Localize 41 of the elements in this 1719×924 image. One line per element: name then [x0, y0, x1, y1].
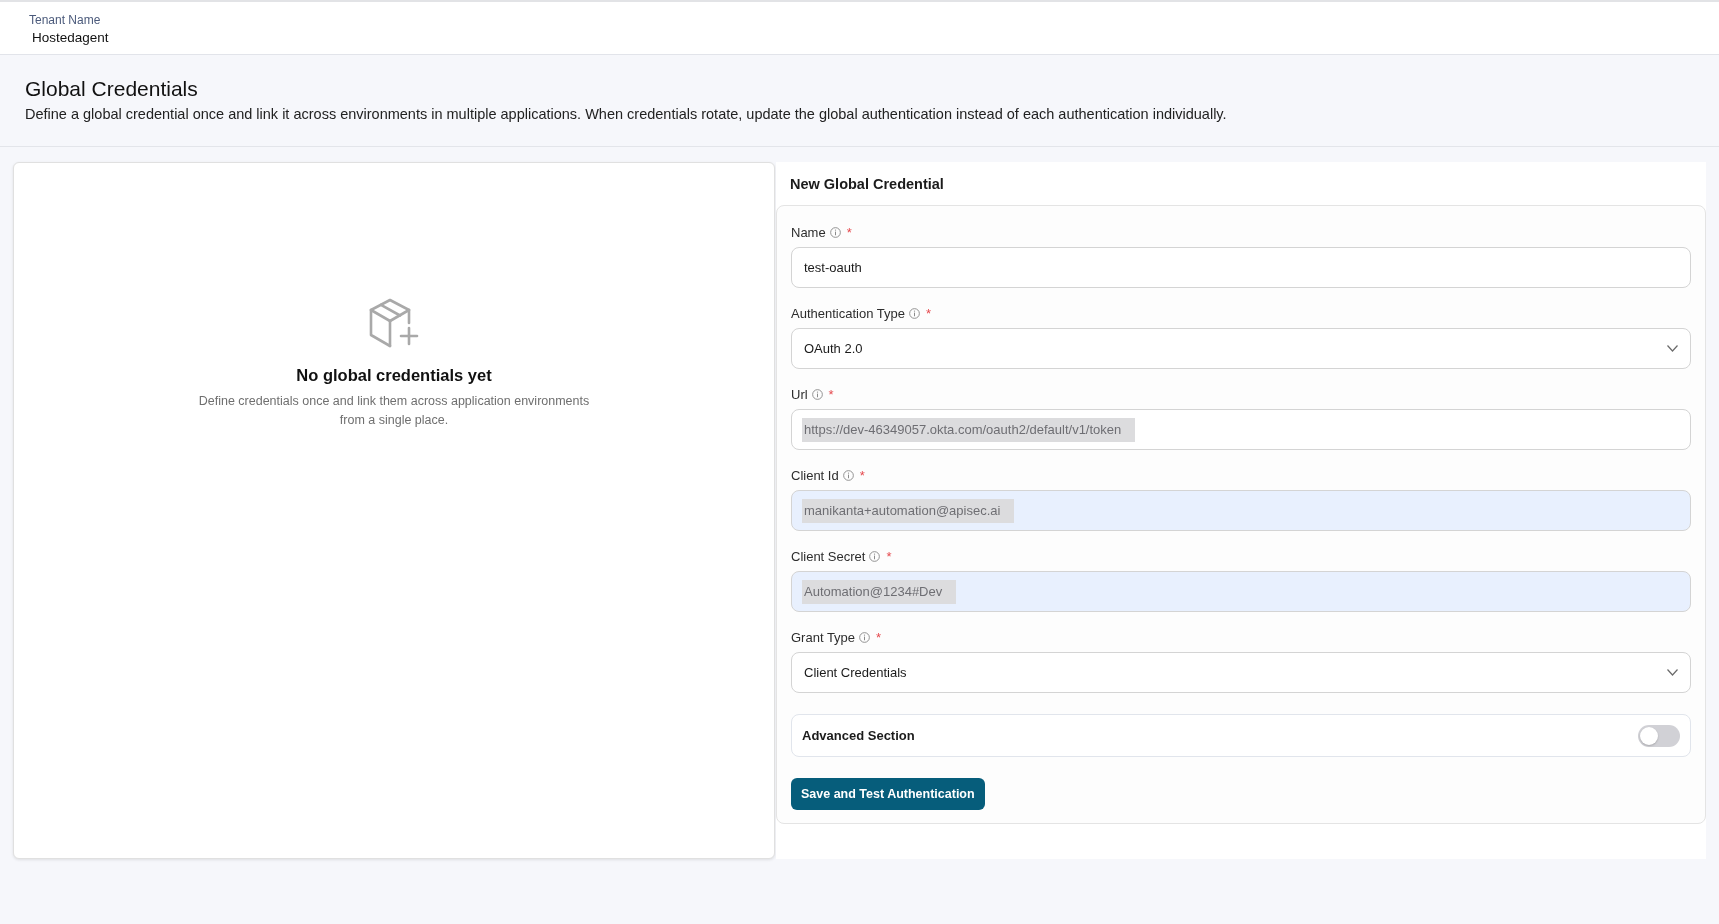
field-label: Client Secret: [791, 548, 866, 564]
tenant-label: Tenant Name: [29, 12, 101, 28]
advanced-section-label: Advanced Section: [802, 728, 915, 743]
tenant-name: Hostedagent: [32, 29, 109, 47]
input-field[interactable]: Automation@1234#Dev: [791, 571, 1691, 612]
form-title: New Global Credential: [789, 174, 945, 194]
redacted-value: https://dev-46349057.okta.com/oauth2/default/v1/token: [802, 417, 1136, 442]
save-test-button[interactable]: Save and Test Authentication: [791, 778, 985, 810]
field-label: Name: [791, 224, 826, 240]
empty-state-description: Define credentials once and link them across application environments from a single place.: [197, 393, 591, 429]
input-field[interactable]: test-oauth: [791, 247, 1691, 288]
info-icon: [859, 631, 871, 643]
required-mark: *: [828, 386, 834, 402]
field-label: Authentication Type: [791, 305, 905, 321]
info-icon: [842, 469, 854, 481]
field-label: Url: [791, 386, 808, 402]
select-field[interactable]: OAuth 2.0: [791, 328, 1691, 369]
box-plus-icon: [368, 296, 420, 350]
page-description: Define a global credential once and link it across environments in multiple applications. When credentials rotate, update the global authentication instead of each authentication individually.: [25, 105, 1227, 124]
info-icon: [908, 307, 920, 319]
info-icon: [811, 388, 823, 400]
info-icon: [829, 226, 841, 238]
field-label: Client Id: [791, 467, 839, 483]
chevron-down-icon: [1667, 669, 1678, 676]
chevron-down-icon: [1667, 345, 1678, 352]
info-icon: [869, 550, 881, 562]
input-field[interactable]: https://dev-46349057.okta.com/oauth2/default/v1/token: [791, 409, 1691, 450]
required-mark: *: [846, 224, 852, 240]
redacted-value: Automation@1234#Dev: [802, 579, 957, 604]
required-mark: *: [859, 467, 865, 483]
toggle-switch[interactable]: [1638, 724, 1680, 747]
empty-state-title: No global credentials yet: [296, 365, 492, 386]
required-mark: *: [876, 629, 882, 645]
required-mark: *: [886, 548, 892, 564]
redacted-value: manikanta+automation@apisec.ai: [802, 498, 1015, 523]
field-value: test-oauth: [803, 258, 863, 277]
page-title: Global Credentials: [25, 76, 198, 102]
input-field[interactable]: manikanta+automation@apisec.ai: [791, 490, 1691, 531]
select-field[interactable]: Client Credentials: [791, 652, 1691, 693]
required-mark: *: [925, 305, 931, 321]
field-label: Grant Type: [791, 629, 856, 645]
